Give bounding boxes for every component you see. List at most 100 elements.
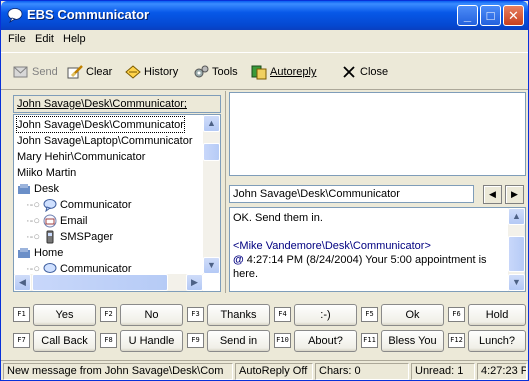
scroll-left-icon[interactable]: ◀ bbox=[14, 274, 31, 291]
close-button[interactable]: Close bbox=[341, 63, 388, 81]
email-icon bbox=[43, 214, 57, 227]
group-icon bbox=[18, 183, 30, 194]
tree-item[interactable]: ·-○ Communicator bbox=[26, 197, 132, 212]
at-icon: @ bbox=[233, 254, 244, 266]
tree-item-label: Miiko Martin bbox=[17, 166, 77, 179]
history-icon bbox=[125, 65, 141, 79]
menu-help[interactable]: Help bbox=[63, 33, 86, 45]
communicator-icon bbox=[43, 198, 57, 212]
quick-reply-button[interactable]: :-) bbox=[294, 304, 357, 326]
hotkey-f12: F12 bbox=[448, 333, 465, 348]
quick-reply-button[interactable]: Yes bbox=[33, 304, 96, 326]
tree-vertical-scrollbar[interactable]: ▲ ▼ bbox=[203, 115, 220, 274]
close-icon bbox=[343, 66, 355, 78]
history-scroll-thumb[interactable] bbox=[508, 236, 525, 272]
tree-item-label: Email bbox=[59, 214, 88, 227]
scroll-up-icon[interactable]: ▲ bbox=[203, 115, 220, 132]
quick-reply-button[interactable]: Lunch? bbox=[468, 330, 526, 352]
tree-group[interactable]: Desk bbox=[17, 181, 59, 196]
tree-item[interactable]: John Savage\Desk\Communicator bbox=[16, 116, 185, 133]
tree-item[interactable]: ·-○ SMSPager bbox=[26, 229, 113, 244]
next-conversation-button[interactable]: ▶ bbox=[505, 185, 524, 204]
status-time: 4:27:23 PM bbox=[477, 363, 527, 380]
quick-reply-row-2: F7 Call Back F8 U Handle F9 Send in F10 … bbox=[13, 330, 526, 352]
hotkey-f10: F10 bbox=[274, 333, 291, 348]
tree-item[interactable]: John Savage\Laptop\Communicator bbox=[17, 133, 193, 148]
quick-reply-button[interactable]: Thanks bbox=[207, 304, 270, 326]
maximize-button[interactable]: □ bbox=[480, 5, 501, 26]
send-label: Send bbox=[32, 66, 58, 78]
gear-icon bbox=[194, 65, 209, 78]
scroll-down-icon[interactable]: ▼ bbox=[508, 274, 525, 291]
menu-bar: File Edit Help bbox=[1, 30, 528, 50]
status-bar: New message from John Savage\Desk\Com Au… bbox=[1, 360, 528, 381]
tree-hscroll-thumb[interactable] bbox=[32, 274, 168, 291]
tree-item[interactable]: Miiko Martin bbox=[17, 165, 76, 180]
toolbar: Send Clear History Tools Autoreply Close bbox=[1, 52, 528, 90]
history-message: 4:27:14 PM (8/24/2004) Your 5:00 appoint… bbox=[233, 254, 487, 280]
previous-conversation-button[interactable]: ◀ bbox=[483, 185, 502, 204]
quick-reply-button[interactable]: Bless You bbox=[381, 330, 444, 352]
quick-reply-button[interactable]: Call Back bbox=[33, 330, 96, 352]
message-history[interactable]: OK. Send them in. <Mike Vandemore\Desk\C… bbox=[229, 207, 526, 292]
quick-reply-button[interactable]: About? bbox=[294, 330, 357, 352]
history-button[interactable]: History bbox=[125, 63, 178, 81]
quick-reply-button[interactable]: Hold bbox=[468, 304, 526, 326]
recipient-address-field[interactable]: John Savage\Desk\Communicator; bbox=[13, 95, 221, 113]
tree-item[interactable]: Mary Hehir\Communicator bbox=[17, 149, 145, 164]
hotkey-f11: F11 bbox=[361, 333, 378, 348]
clear-label: Clear bbox=[86, 66, 113, 78]
history-message-row: @ 4:27:14 PM (8/24/2004) Your 5:00 appoi… bbox=[233, 253, 505, 281]
tree-item-label: Desk bbox=[34, 182, 60, 195]
tree-group[interactable]: Home bbox=[17, 245, 63, 260]
quick-reply-button[interactable]: No bbox=[120, 304, 183, 326]
tools-button[interactable]: Tools bbox=[193, 63, 238, 81]
clear-button[interactable]: Clear bbox=[67, 63, 112, 81]
tree-item-label: John Savage\Laptop\Communicator bbox=[17, 134, 193, 147]
scroll-up-icon[interactable]: ▲ bbox=[508, 208, 525, 225]
hotkey-f3: F3 bbox=[187, 307, 204, 322]
close-window-button[interactable]: ✕ bbox=[503, 5, 524, 26]
recipient-address-value: John Savage\Desk\Communicator; bbox=[17, 98, 187, 110]
tree-item-label: SMSPager bbox=[59, 230, 114, 243]
quick-reply-button[interactable]: U Handle bbox=[120, 330, 183, 352]
tree-item-label: Home bbox=[34, 246, 64, 259]
menu-edit[interactable]: Edit bbox=[35, 33, 54, 45]
tree-item[interactable]: ·-○ Email bbox=[26, 213, 88, 228]
status-message: New message from John Savage\Desk\Com bbox=[3, 363, 233, 380]
tree-scroll-thumb[interactable] bbox=[203, 143, 220, 161]
send-icon bbox=[13, 66, 28, 78]
autoreply-button[interactable]: Autoreply bbox=[251, 63, 316, 81]
history-text: OK. Send them in. <Mike Vandemore\Desk\C… bbox=[233, 211, 505, 281]
autoreply-label: Autoreply bbox=[270, 66, 317, 78]
hotkey-f9: F9 bbox=[187, 333, 204, 348]
status-chars: Chars: 0 bbox=[315, 363, 409, 380]
quick-reply-button[interactable]: Ok bbox=[381, 304, 444, 326]
history-label: History bbox=[144, 66, 179, 78]
title-bar[interactable]: EBS Communicator _ □ ✕ bbox=[1, 1, 528, 30]
scroll-right-icon[interactable]: ▶ bbox=[186, 274, 203, 291]
tree-item-label: John Savage\Desk\Communicator bbox=[17, 118, 184, 131]
conversation-target-field[interactable]: John Savage\Desk\Communicator bbox=[229, 185, 474, 203]
send-button[interactable]: Send bbox=[13, 63, 58, 81]
scroll-down-icon[interactable]: ▼ bbox=[203, 257, 220, 274]
hotkey-f6: F6 bbox=[448, 307, 465, 322]
contacts-tree[interactable]: John Savage\Desk\Communicator John Savag… bbox=[13, 114, 221, 292]
tree-item-label: Communicator bbox=[59, 262, 132, 275]
hotkey-f8: F8 bbox=[100, 333, 117, 348]
quick-reply-button[interactable]: Send in bbox=[207, 330, 270, 352]
hotkey-f4: F4 bbox=[274, 307, 291, 322]
history-sender: <Mike Vandemore\Desk\Communicator> bbox=[233, 240, 431, 252]
group-icon bbox=[18, 247, 30, 258]
pane-splitter[interactable] bbox=[225, 91, 226, 293]
conversation-target-value: John Savage\Desk\Communicator bbox=[233, 188, 400, 200]
status-unread: Unread: 1 bbox=[411, 363, 475, 380]
minimize-button[interactable]: _ bbox=[457, 5, 478, 26]
close-label: Close bbox=[360, 66, 389, 78]
message-compose-area[interactable] bbox=[229, 92, 526, 176]
pager-icon bbox=[46, 230, 54, 243]
tools-label: Tools bbox=[212, 66, 238, 78]
history-scrollbar[interactable]: ▲ ▼ bbox=[508, 208, 525, 291]
menu-file[interactable]: File bbox=[8, 33, 26, 45]
tree-horizontal-scrollbar[interactable]: ◀ ▶ bbox=[14, 274, 203, 291]
